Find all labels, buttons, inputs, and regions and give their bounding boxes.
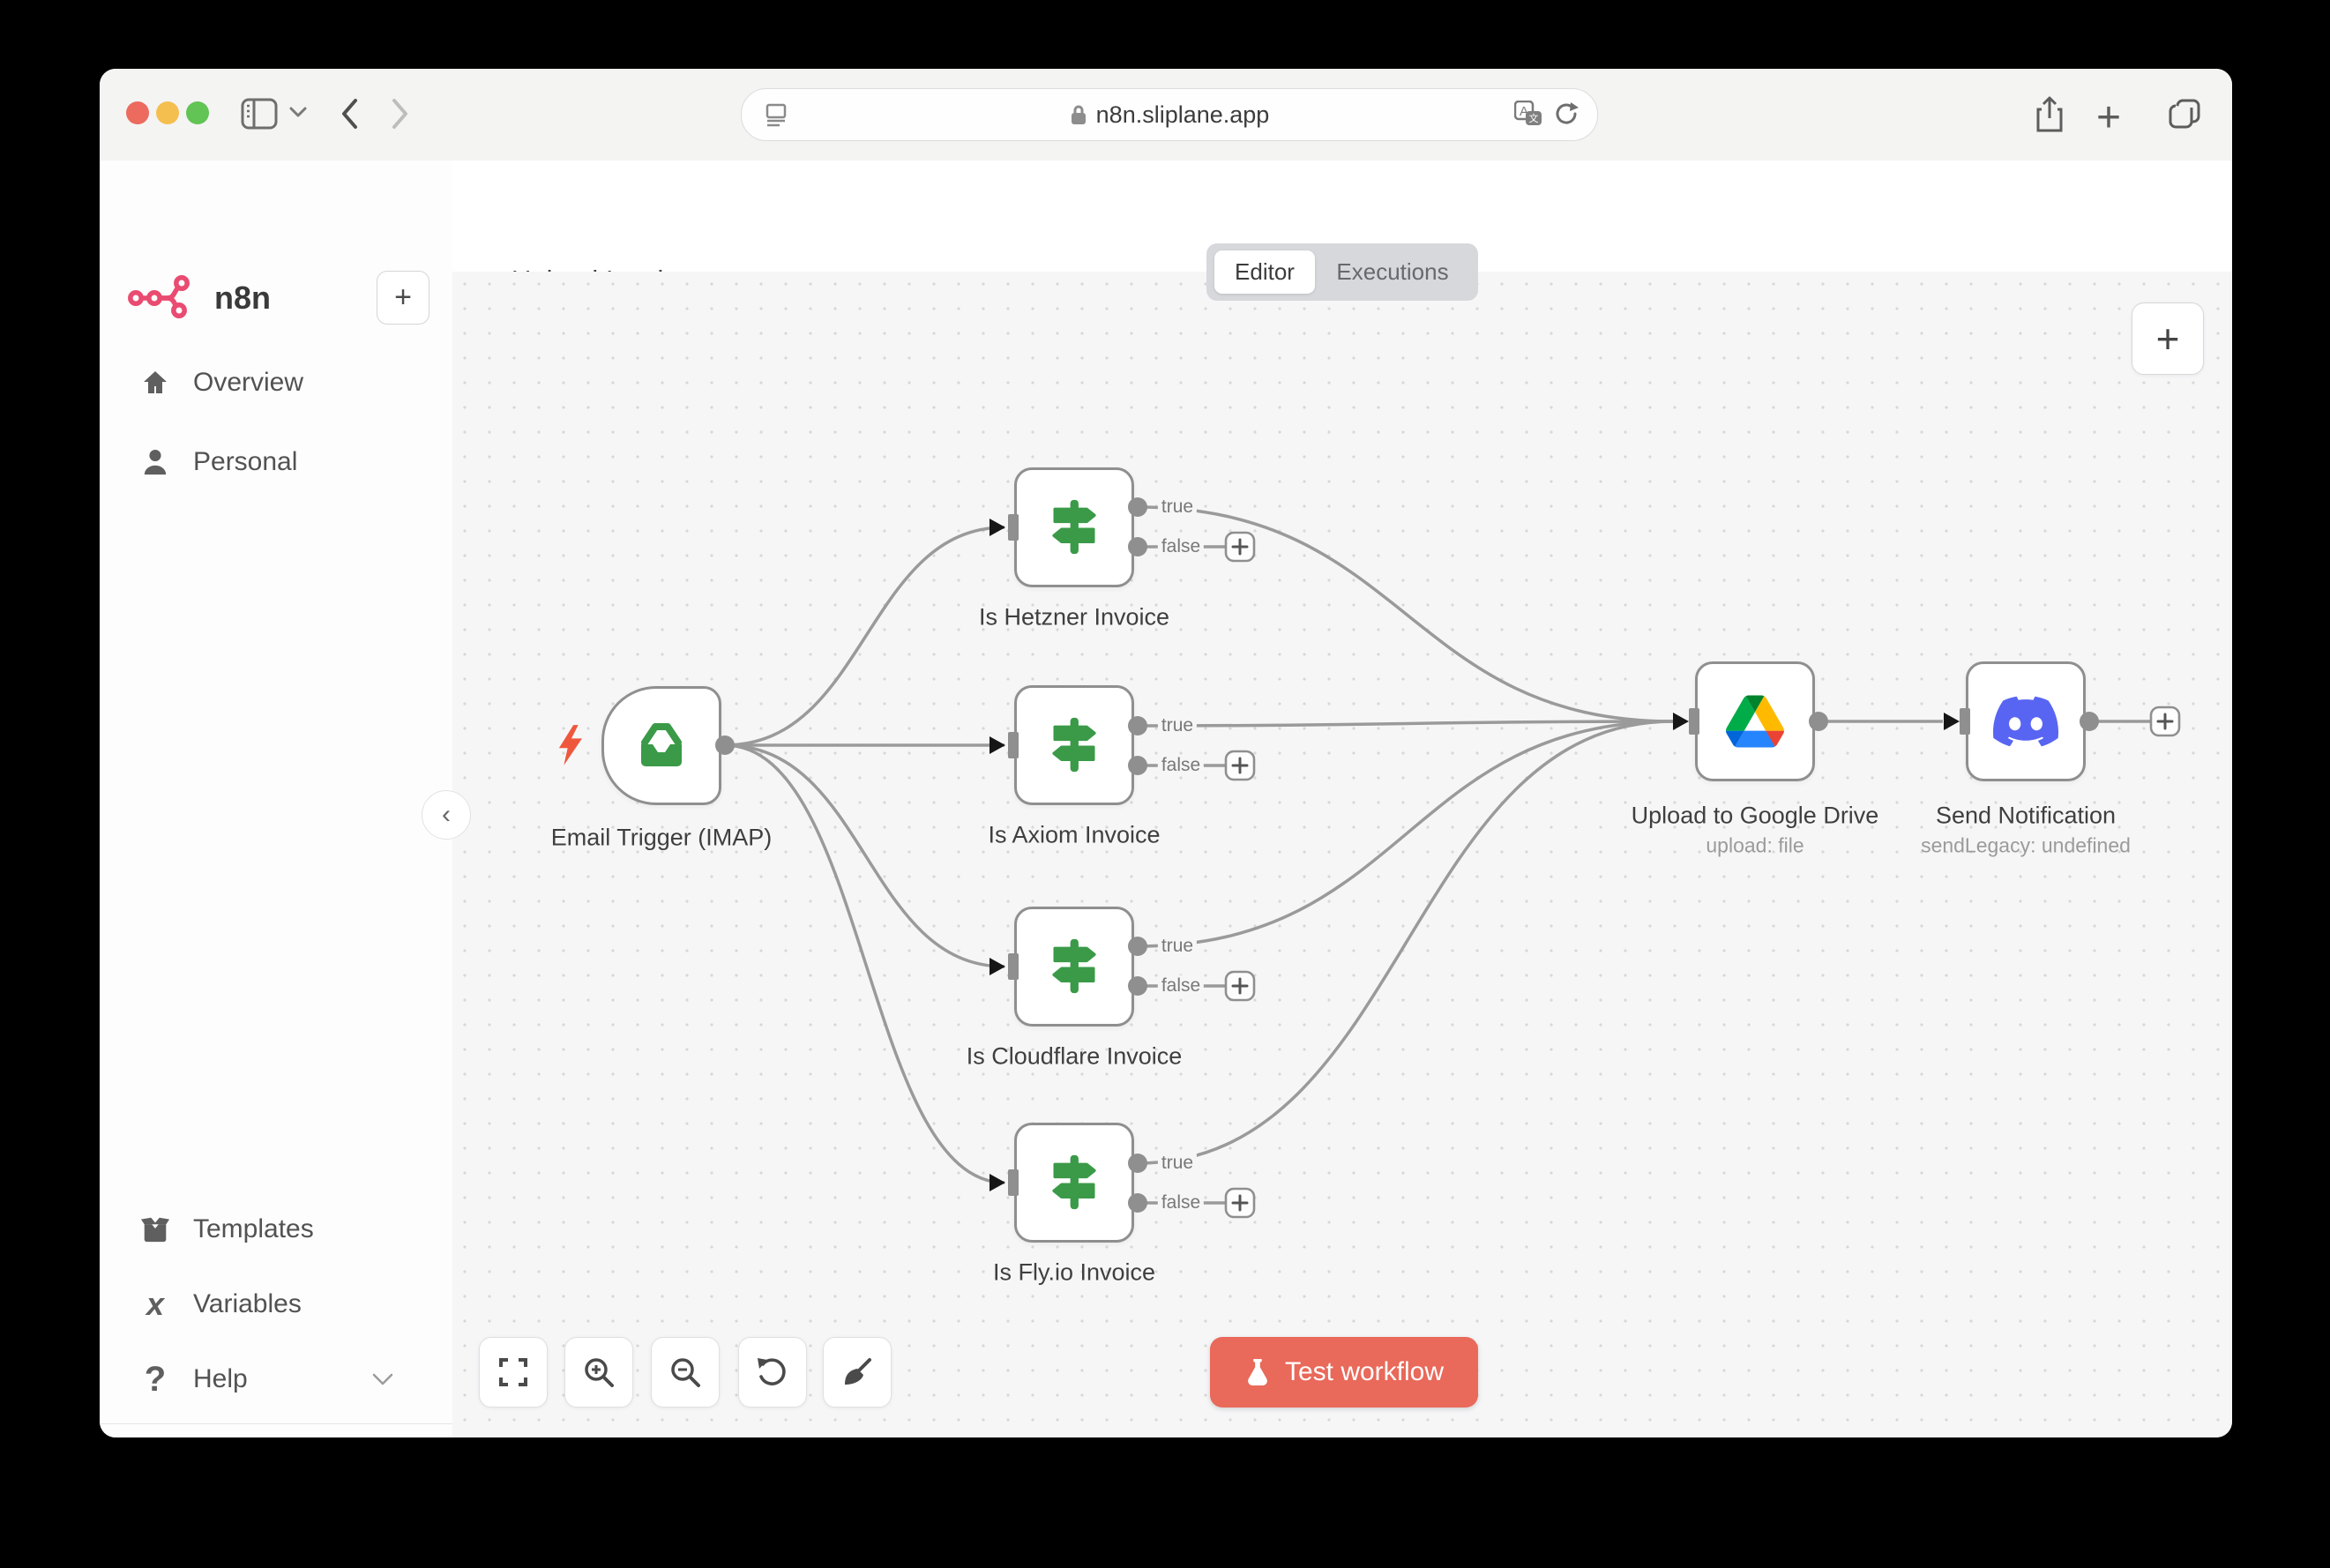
test-workflow-button[interactable]: Test workflow <box>1210 1337 1478 1407</box>
zoom-out-button[interactable] <box>651 1337 720 1407</box>
forward-button[interactable] <box>391 98 410 130</box>
svg-text:文: 文 <box>1529 112 1539 124</box>
close-window-button[interactable] <box>126 101 149 124</box>
chevron-left-icon: ‹ <box>442 800 451 830</box>
port-label-true: true <box>1158 1153 1197 1174</box>
connection-flyio-true-to-drive <box>1138 721 1673 1163</box>
signpost-icon <box>1043 936 1105 997</box>
signpost-icon <box>1043 497 1105 558</box>
trigger-bolt-icon <box>554 723 589 767</box>
sidebar-item-templates[interactable]: Templates <box>100 1201 452 1258</box>
n8n-logo-icon <box>128 275 198 321</box>
tidy-up-button[interactable] <box>823 1337 892 1407</box>
sidebar-item-label: Overview <box>193 368 303 398</box>
port-label-true: true <box>1158 936 1197 957</box>
sidebar-item-label: Variables <box>193 1289 302 1319</box>
share-page-icon[interactable] <box>2035 95 2065 134</box>
sidebar-item-label: Help <box>193 1364 248 1394</box>
google-drive-icon <box>1726 695 1784 748</box>
fit-view-button[interactable] <box>479 1337 548 1407</box>
sidebar: n8n + Overview Personal Templates x Vari… <box>100 161 453 1437</box>
node-send-notification[interactable] <box>1966 661 2086 781</box>
port-label-false: false <box>1158 755 1204 776</box>
connection-axiom-true-to-drive <box>1138 721 1673 726</box>
node-subtitle: upload: file <box>1706 834 1804 858</box>
node-label: Send Notification <box>1936 803 2116 830</box>
sidebar-item-overview[interactable]: Overview <box>100 355 452 411</box>
sidebar-item-help[interactable]: ? Help <box>100 1351 452 1407</box>
node-label: Is Fly.io Invoice <box>993 1259 1155 1287</box>
node-is-hetzner-invoice[interactable] <box>1014 467 1134 587</box>
node-subtitle: sendLegacy: undefined <box>1921 834 2131 858</box>
logo-text: n8n <box>214 280 271 317</box>
address-bar[interactable]: n8n.sliplane.app A文 <box>741 88 1598 141</box>
node-label: Is Axiom Invoice <box>988 822 1160 849</box>
inbox-icon <box>632 720 691 773</box>
zoom-window-button[interactable] <box>186 101 209 124</box>
browser-window: n8n.sliplane.app A文 + <box>100 69 2232 1437</box>
chevron-down-icon <box>371 1372 394 1386</box>
tab-overview-icon[interactable] <box>2167 97 2202 132</box>
port-label-false: false <box>1158 1192 1204 1213</box>
sidebar-item-label: Templates <box>193 1214 314 1244</box>
variables-icon: x <box>140 1288 170 1320</box>
minimize-window-button[interactable] <box>156 101 179 124</box>
flask-icon <box>1244 1357 1271 1387</box>
signpost-icon <box>1043 714 1105 776</box>
sidebar-item-label: Personal <box>193 447 297 477</box>
workflow-canvas[interactable]: true false true false true false true fa… <box>452 272 2232 1437</box>
connection-hetzner-true-to-drive <box>1138 507 1673 721</box>
node-label: Is Hetzner Invoice <box>979 604 1169 631</box>
test-workflow-label: Test workflow <box>1285 1357 1444 1387</box>
port-label-true: true <box>1158 715 1197 736</box>
toolbar-chevron-down-icon[interactable] <box>288 106 308 118</box>
translate-icon[interactable]: A文 <box>1514 101 1542 129</box>
node-label: Is Cloudflare Invoice <box>967 1043 1183 1071</box>
port-label-false: false <box>1158 536 1204 557</box>
add-workflow-button[interactable]: + <box>377 271 429 325</box>
person-icon <box>140 448 170 476</box>
box-icon <box>140 1215 170 1243</box>
tab-executions[interactable]: Executions <box>1315 250 1470 294</box>
sidebar-item-personal[interactable]: Personal <box>100 434 452 490</box>
sidebar-collapse-button[interactable]: ‹ <box>422 790 471 840</box>
node-is-flyio-invoice[interactable] <box>1014 1123 1134 1243</box>
port-label-false: false <box>1158 975 1204 997</box>
home-icon <box>140 369 170 397</box>
sidebar-item-variables[interactable]: x Variables <box>100 1276 452 1333</box>
undo-button[interactable] <box>738 1337 807 1407</box>
lock-icon <box>1070 103 1087 126</box>
sidebar-toggle-icon[interactable] <box>241 98 278 130</box>
discord-icon <box>1993 696 2058 747</box>
tab-editor[interactable]: Editor <box>1214 250 1315 294</box>
view-tabs: Editor Executions <box>1206 243 1478 301</box>
node-is-cloudflare-invoice[interactable] <box>1014 907 1134 1027</box>
node-label: Email Trigger (IMAP) <box>551 825 773 852</box>
connection-email-to-hetzner <box>725 527 1004 745</box>
connection-cloudflare-true-to-drive <box>1138 721 1673 946</box>
reload-icon[interactable] <box>1553 101 1579 127</box>
node-label: Upload to Google Drive <box>1632 803 1879 830</box>
connection-email-to-flyio <box>725 745 1004 1183</box>
url-text: n8n.sliplane.app <box>1096 101 1270 129</box>
new-tab-icon[interactable]: + <box>2096 93 2121 142</box>
connection-email-to-cloudflare <box>725 745 1004 967</box>
port-label-true: true <box>1158 497 1197 518</box>
signpost-icon <box>1043 1152 1105 1213</box>
n8n-logo: n8n <box>128 275 271 321</box>
node-upload-google-drive[interactable] <box>1695 661 1815 781</box>
sidebar-divider <box>100 1423 452 1424</box>
browser-toolbar: n8n.sliplane.app A文 + <box>100 69 2232 161</box>
zoom-in-button[interactable] <box>564 1337 633 1407</box>
node-is-axiom-invoice[interactable] <box>1014 685 1134 805</box>
question-mark-icon: ? <box>140 1362 170 1397</box>
node-email-trigger[interactable] <box>601 686 721 805</box>
add-node-plus-buttons <box>1226 533 2179 1217</box>
canvas-add-node-button[interactable]: + <box>2132 302 2204 375</box>
back-button[interactable] <box>340 98 359 130</box>
